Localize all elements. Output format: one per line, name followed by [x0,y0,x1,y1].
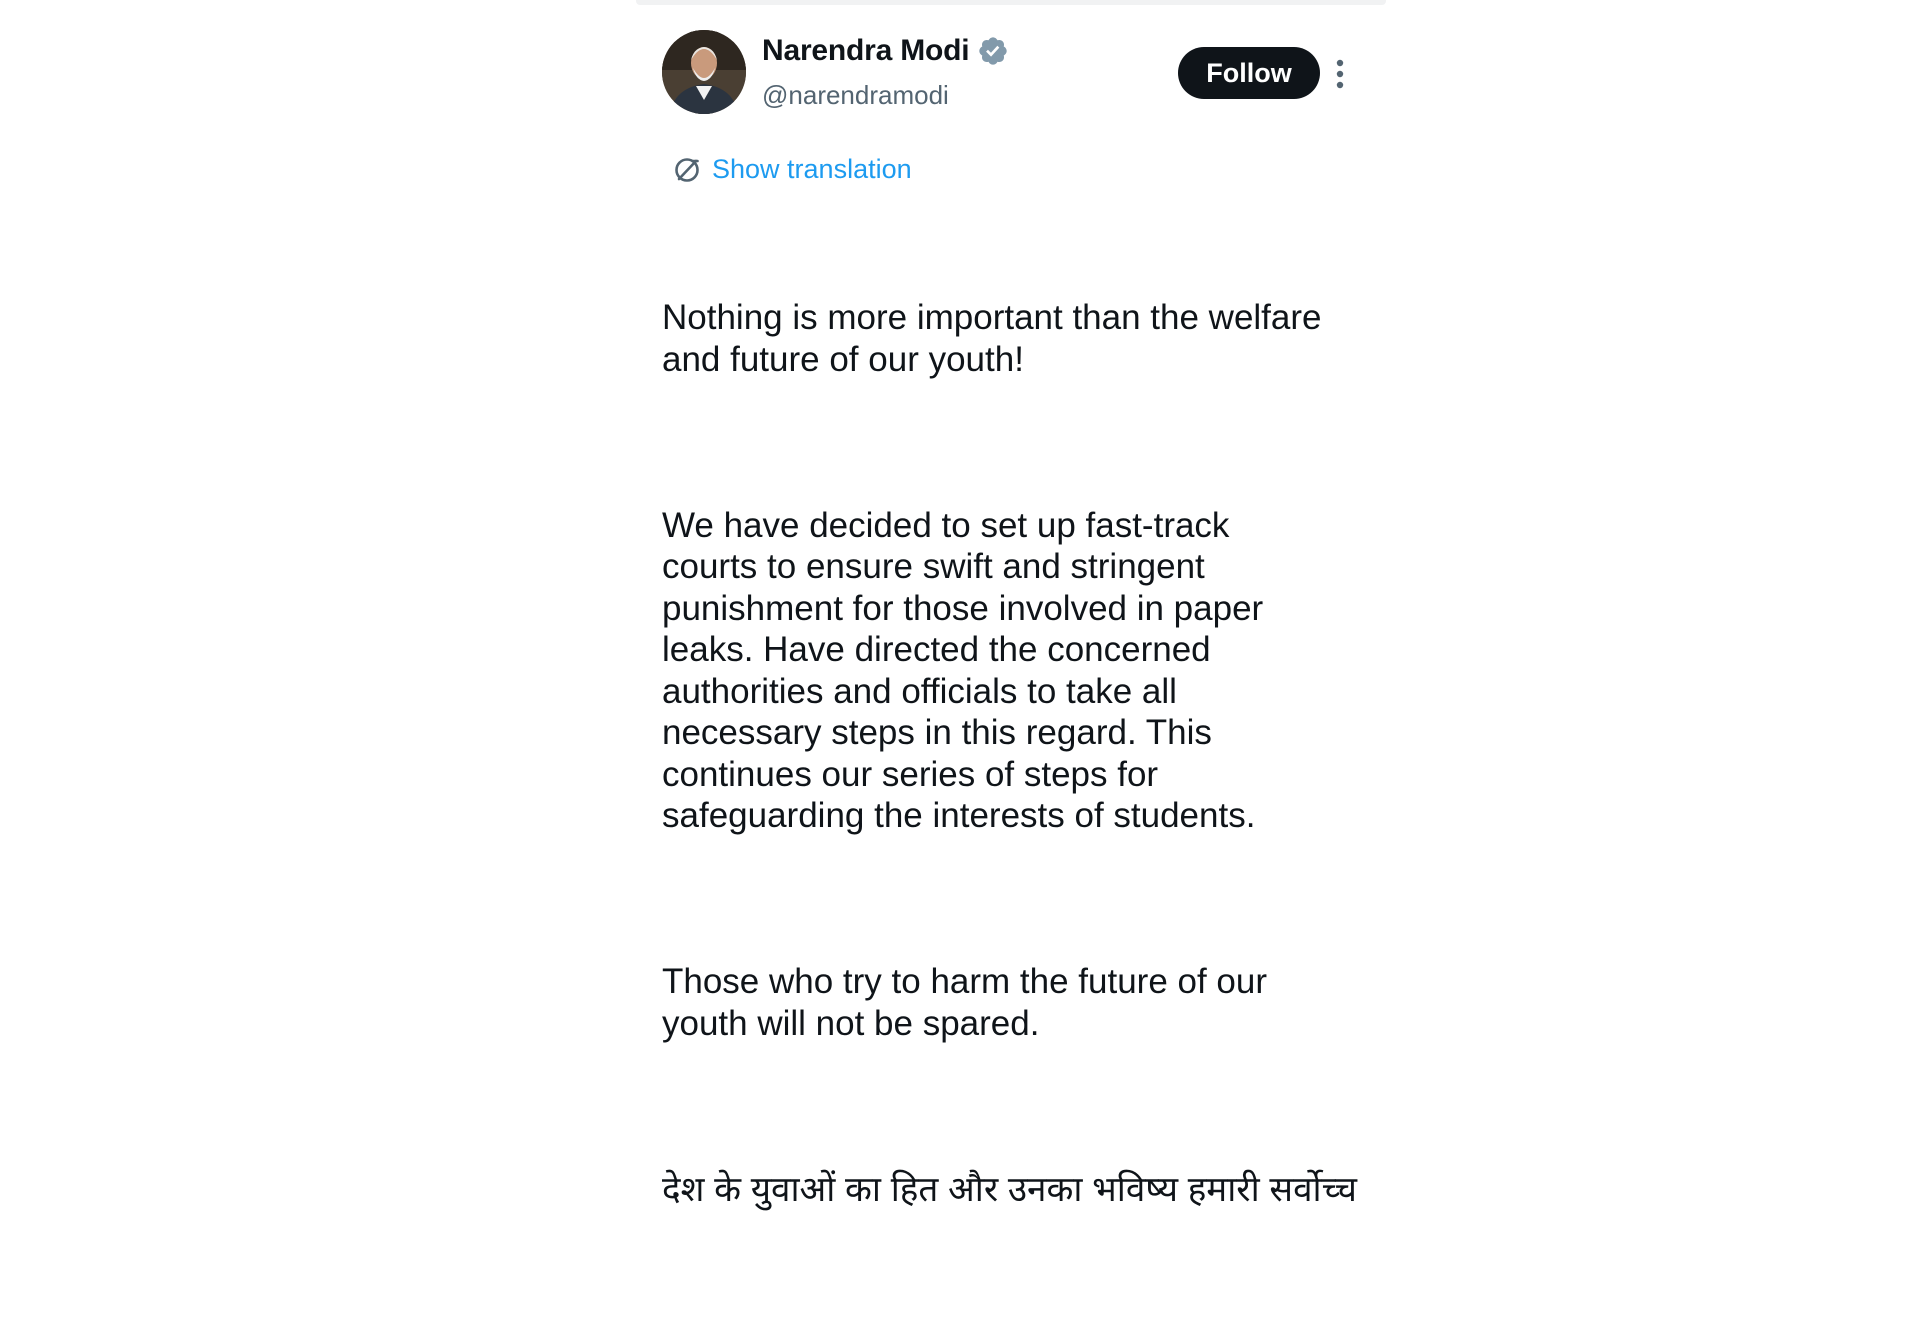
tweet-paragraph: We have decided to set up fast-track cou… [662,505,1264,836]
tweet-paragraph: Those who try to harm the future of our … [662,962,1268,1043]
author-handle[interactable]: @narendramodi [762,80,949,111]
author-name[interactable]: Narendra Modi [762,34,970,68]
tweet-paragraph: देश के युवाओं का हित और उनका भविष्य हमार… [662,1169,1358,1209]
author-name-row: Narendra Modi [762,34,1009,68]
tweet-paragraph: Nothing is more important than the welfa… [662,298,1322,379]
tweet-text: Nothing is more important than the welfa… [662,214,1382,1335]
more-vertical-icon[interactable] [1330,58,1350,90]
previous-tweet-divider [636,0,1386,5]
show-translation-link[interactable]: Show translation [672,154,912,185]
follow-button[interactable]: Follow [1178,47,1320,99]
avatar[interactable] [662,30,746,114]
verified-badge-icon [979,37,1008,65]
translate-icon [675,157,699,182]
show-translation-label: Show translation [712,154,912,184]
